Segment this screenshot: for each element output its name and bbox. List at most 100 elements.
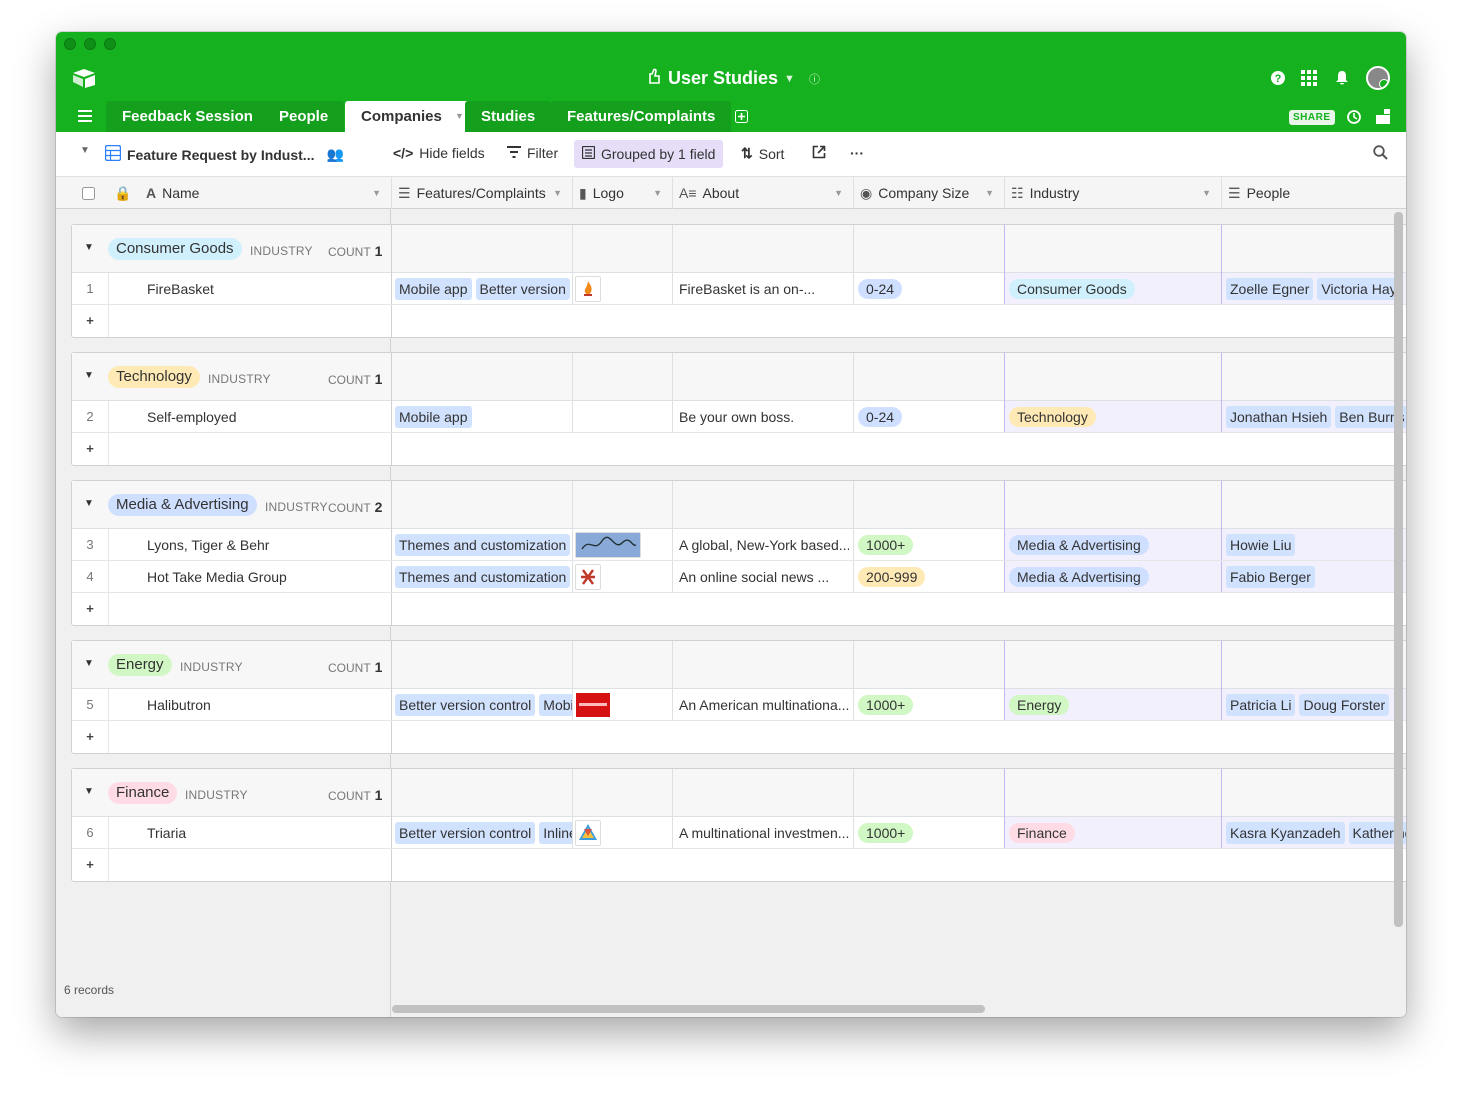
tab-caret-icon[interactable]: ▼ (455, 101, 464, 132)
chevron-down-icon[interactable]: ▼ (985, 177, 994, 209)
help-icon[interactable]: ? (1270, 70, 1286, 89)
size-cell[interactable]: 0-24 (858, 401, 998, 432)
logo-cell[interactable] (572, 401, 672, 432)
feature-chip[interactable]: Themes and customization (395, 565, 571, 588)
logo-thumbnail-triaria[interactable] (575, 819, 601, 846)
history-icon[interactable] (1346, 109, 1362, 128)
industry-cell[interactable]: Finance (1005, 817, 1221, 848)
tab-feedback-session[interactable]: Feedback Session (106, 101, 269, 132)
group-header[interactable]: ▼ Consumer Goods INDUSTRY COUNT 1 (72, 225, 1406, 273)
filter-button[interactable]: Filter (507, 145, 558, 161)
people-cell[interactable]: Howie Liu (1222, 529, 1406, 560)
share-button[interactable]: SHARE (1289, 110, 1335, 125)
column-header-about[interactable]: A≡ About ▼ (672, 177, 853, 209)
people-cell[interactable]: Zoelle Egner Victoria Hay (1222, 273, 1406, 304)
chevron-down-icon[interactable]: ▼ (1202, 177, 1211, 209)
logo-thumbnail-hottake[interactable] (575, 563, 601, 590)
name-cell[interactable]: Halibutron (147, 689, 387, 720)
column-header-name[interactable]: A Name ▼ (140, 177, 391, 209)
person-chip[interactable]: Fabio Berger (1226, 565, 1315, 588)
name-cell[interactable]: FireBasket (147, 273, 387, 304)
group-header[interactable]: ▼ Media & Advertising INDUSTRY COUNT 2 (72, 481, 1406, 529)
user-avatar[interactable] (1366, 66, 1390, 90)
group-header[interactable]: ▼ Energy INDUSTRY COUNT 1 (72, 641, 1406, 689)
collapse-sidebar-icon[interactable]: ▼ (80, 145, 90, 156)
logo-cell[interactable] (572, 689, 672, 720)
column-header-people[interactable]: ☰ People (1221, 177, 1406, 209)
zoom-window-button[interactable] (104, 38, 116, 50)
logo-cell[interactable] (572, 273, 672, 304)
person-chip[interactable]: Victoria Hay (1317, 277, 1401, 300)
people-cell[interactable]: Fabio Berger (1222, 561, 1406, 592)
collapse-group-icon[interactable]: ▼ (84, 370, 94, 381)
person-chip[interactable]: Zoelle Egner (1226, 277, 1314, 300)
notifications-bell-icon[interactable] (1334, 70, 1350, 89)
industry-cell[interactable]: Consumer Goods (1005, 273, 1221, 304)
info-icon[interactable]: ⓘ (809, 71, 820, 87)
tab-companies[interactable]: Companies ▼ (345, 101, 472, 132)
add-row[interactable]: + (72, 305, 1406, 337)
logo-thumbnail-flame[interactable] (575, 275, 601, 302)
table-row[interactable]: 5 Halibutron Better version controlMobile … (72, 689, 1406, 721)
horizontal-scrollbar[interactable] (392, 1005, 985, 1013)
person-chip[interactable]: Howie Liu (1226, 533, 1296, 556)
column-header-size[interactable]: ◉ Company Size ▼ (853, 177, 1004, 209)
share-view-icon[interactable] (812, 145, 826, 159)
feature-chip[interactable]: Inline (539, 821, 572, 844)
close-window-button[interactable] (64, 38, 76, 50)
select-all-checkbox[interactable] (82, 177, 95, 209)
table-row[interactable]: 4 Hot Take Media Group Themes and customiz… (72, 561, 1406, 593)
size-cell[interactable]: 1000+ (858, 529, 998, 560)
collapse-group-icon[interactable]: ▼ (84, 658, 94, 669)
logo-thumbnail-lyons[interactable] (575, 531, 641, 558)
collapse-group-icon[interactable]: ▼ (84, 242, 94, 253)
person-chip[interactable]: Jonathan Hsieh (1226, 405, 1332, 428)
search-icon[interactable] (1373, 145, 1388, 160)
sort-button[interactable]: ⇅ Sort (741, 145, 784, 162)
chevron-down-icon[interactable]: ▼ (553, 177, 562, 209)
features-cell[interactable]: Mobile app Better version (395, 273, 572, 304)
add-record-icon[interactable]: + (72, 305, 108, 336)
name-cell[interactable]: Lyons, Tiger & Behr (147, 529, 387, 560)
features-cell[interactable]: Better version controlMobile app (395, 689, 572, 720)
name-cell[interactable]: Self-employed (147, 401, 387, 432)
menu-hamburger-icon[interactable] (78, 109, 92, 125)
logo-thumbnail-halibutron[interactable] (575, 692, 611, 718)
feature-chip[interactable]: Mobile app (395, 405, 472, 428)
size-cell[interactable]: 1000+ (858, 689, 998, 720)
people-cell[interactable]: Jonathan Hsieh Ben Burns (1222, 401, 1406, 432)
collapse-group-icon[interactable]: ▼ (84, 786, 94, 797)
feature-chip[interactable]: Better version control (395, 821, 536, 844)
size-cell[interactable]: 1000+ (858, 817, 998, 848)
add-row[interactable]: + (72, 849, 1406, 881)
table-row[interactable]: 3 Lyons, Tiger & Behr Themes and customiza… (72, 529, 1406, 561)
feature-chip[interactable]: Better version control (395, 693, 536, 716)
minimize-window-button[interactable] (84, 38, 96, 50)
industry-cell[interactable]: Technology (1005, 401, 1221, 432)
add-row[interactable]: + (72, 433, 1406, 465)
column-header-logo[interactable]: ▮ Logo ▼ (572, 177, 672, 209)
column-header-features[interactable]: ☰ Features/Complaints ▼ (391, 177, 572, 209)
features-cell[interactable]: Better version controlInline (395, 817, 572, 848)
industry-cell[interactable]: Energy (1005, 689, 1221, 720)
size-cell[interactable]: 0-24 (858, 273, 998, 304)
about-cell[interactable]: Be your own boss. (679, 401, 849, 432)
features-cell[interactable]: Themes and customization (395, 561, 572, 592)
about-cell[interactable]: An American multinationa... (679, 689, 849, 720)
industry-cell[interactable]: Media & Advertising (1005, 561, 1221, 592)
hide-fields-button[interactable]: </> Hide fields (393, 145, 485, 161)
industry-cell[interactable]: Media & Advertising (1005, 529, 1221, 560)
add-row[interactable]: + (72, 721, 1406, 753)
add-record-icon[interactable]: + (72, 721, 108, 752)
more-options-icon[interactable]: ··· (850, 145, 864, 161)
about-cell[interactable]: FireBasket is an on-... (679, 273, 849, 304)
person-chip[interactable]: Patricia Li (1226, 693, 1296, 716)
table-row[interactable]: 2 Self-employed Mobile app Be your own boss… (72, 401, 1406, 433)
tab-people[interactable]: People (263, 101, 345, 132)
airtable-logo-icon[interactable] (72, 68, 96, 91)
group-button[interactable]: Grouped by 1 field (574, 140, 724, 168)
caret-down-icon[interactable]: ▼ (784, 73, 795, 85)
feature-chip[interactable]: Mobile app (395, 277, 472, 300)
view-switcher[interactable]: Feature Request by Indust... 👥 (104, 144, 344, 164)
feature-chip[interactable]: Mobile app (539, 693, 572, 716)
